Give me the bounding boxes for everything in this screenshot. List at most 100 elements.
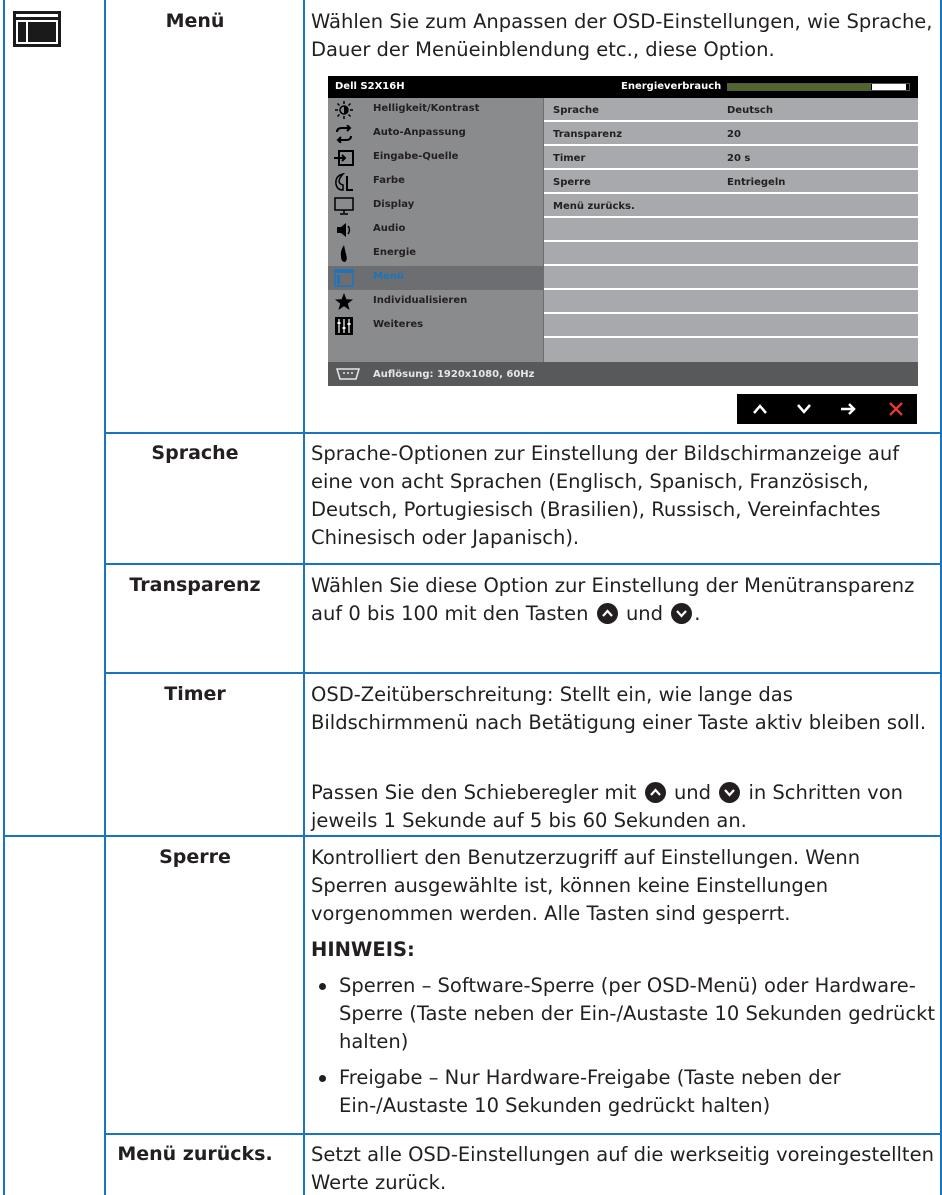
- close-icon[interactable]: [887, 400, 905, 418]
- row-desc-language: Sprache-Optionen zur Einstellung der Bil…: [311, 442, 900, 549]
- up-button-icon: [644, 782, 666, 803]
- osd-item-input-source[interactable]: Eingabe-Quelle: [328, 146, 543, 170]
- osd-energy-fill: [728, 84, 871, 90]
- osd-setting-transparency[interactable]: Transparenz 20: [544, 122, 918, 146]
- auto-adjust-icon: [336, 125, 352, 143]
- row-desc-timer-2: Passen Sie den Schieberegler mit und in …: [311, 779, 936, 835]
- row-label-transparency: Transparenz: [129, 574, 261, 596]
- row-desc-menu-reset: Setzt alle OSD-Einstellungen auf die wer…: [311, 1143, 934, 1194]
- note-list: Sperren – Software-Sperre (per OSD-Menü)…: [311, 972, 936, 1120]
- osd-item-label: Display: [373, 199, 415, 210]
- osd-empty-row: [544, 266, 918, 290]
- vga-connector-icon: [335, 368, 361, 380]
- osd-item-menu[interactable]: Menü: [328, 266, 543, 290]
- row-desc-transparency: Wählen Sie diese Option zur Einstellung …: [311, 572, 936, 628]
- row-divider: [104, 432, 942, 434]
- osd-setting-lock[interactable]: Sperre Entriegeln: [544, 170, 918, 194]
- row-label-lock: Sperre: [159, 846, 231, 868]
- osd-setting-key: Menü zurücks.: [553, 201, 635, 212]
- osd-item-label: Energie: [373, 247, 417, 258]
- note-title: HINWEIS:: [311, 938, 415, 961]
- osd-setting-key: Sprache: [553, 105, 599, 116]
- osd-empty-row: [544, 314, 918, 338]
- osd-setting-key: Timer: [553, 153, 586, 164]
- border-left-outer: [3, 0, 5, 1195]
- row-label-timer: Timer: [164, 683, 226, 705]
- osd-setting-value: Entriegeln: [727, 177, 786, 188]
- up-arrow-icon[interactable]: [751, 400, 769, 418]
- row-divider: [104, 1133, 942, 1135]
- brightness-icon: [335, 101, 353, 119]
- desc-text: .: [694, 602, 701, 625]
- osd-item-brightness[interactable]: Helligkeit/Kontrast: [328, 98, 543, 122]
- color-icon: [335, 173, 353, 191]
- row-desc-lock: Kontrolliert den Benutzerzugriff auf Ein…: [311, 844, 936, 1120]
- down-button-icon: [719, 782, 741, 803]
- energy-icon: [340, 245, 347, 262]
- row-label-menu: Menü: [165, 10, 225, 32]
- border-col2: [303, 0, 305, 1195]
- display-icon: [334, 197, 354, 215]
- osd-item-label: Eingabe-Quelle: [373, 151, 459, 162]
- menu-icon: [334, 269, 354, 287]
- row-divider: [104, 672, 942, 674]
- osd-item-energy[interactable]: Energie: [328, 242, 543, 266]
- osd-item-label: Audio: [373, 223, 406, 234]
- osd-model-name: Dell S2X16H: [335, 81, 405, 92]
- desc-text: Passen Sie den Schieberegler mit: [311, 781, 637, 804]
- osd-setting-key: Transparenz: [553, 129, 623, 140]
- row-desc-menu: Wählen Sie zum Anpassen der OSD-Einstell…: [311, 10, 933, 61]
- osd-empty-row: [544, 242, 918, 266]
- list-item: Sperren – Software-Sperre (per OSD-Menü)…: [311, 972, 936, 1056]
- desc-text: und: [673, 781, 712, 804]
- osd-setting-value: 20: [727, 129, 741, 140]
- osd-menu-list: Helligkeit/Kontrast Auto-Anpassung Einga…: [328, 98, 543, 362]
- osd-setting-menu-reset[interactable]: Menü zurücks.: [544, 194, 918, 218]
- row-divider: [3, 835, 942, 837]
- osd-item-label: Farbe: [373, 175, 405, 186]
- osd-energy-meter: [727, 83, 910, 91]
- osd-item-label: Individualisieren: [373, 295, 468, 306]
- row-divider: [104, 563, 942, 565]
- osd-empty-row: [544, 290, 918, 314]
- others-icon: [335, 317, 353, 335]
- border-col1: [104, 0, 106, 1195]
- audio-icon: [337, 223, 351, 237]
- osd-item-display[interactable]: Display: [328, 194, 543, 218]
- star-icon: [335, 293, 353, 310]
- osd-item-personalize[interactable]: Individualisieren: [328, 290, 543, 314]
- desc-text: und: [625, 602, 664, 625]
- osd-settings-panel: Sprache Deutsch Transparenz 20 Timer 20 …: [544, 98, 918, 362]
- row-label-menu-reset: Menü zurücks.: [117, 1143, 273, 1165]
- right-arrow-icon[interactable]: [839, 400, 857, 418]
- osd-status-bar: Auflösung: 1920x1080, 60Hz: [328, 362, 918, 386]
- osd-item-label: Menü: [373, 271, 404, 282]
- osd-setting-language[interactable]: Sprache Deutsch: [544, 98, 918, 122]
- osd-item-color[interactable]: Farbe: [328, 170, 543, 194]
- row-desc-timer: OSD-Zeitüberschreitung: Stellt ein, wie …: [311, 683, 927, 734]
- menu-icon: [13, 11, 61, 47]
- osd-item-auto-adjust[interactable]: Auto-Anpassung: [328, 122, 543, 146]
- osd-title-bar: Dell S2X16H Energieverbrauch: [328, 76, 918, 98]
- osd-energy-label: Energieverbrauch: [621, 81, 722, 92]
- osd-setting-timer[interactable]: Timer 20 s: [544, 146, 918, 170]
- osd-setting-key: Sperre: [553, 177, 591, 188]
- list-item: Freigabe – Nur Hardware-Freigabe (Taste …: [311, 1064, 936, 1120]
- osd-item-label: Auto-Anpassung: [373, 127, 466, 138]
- osd-energy-marker: [872, 84, 906, 90]
- osd-item-others[interactable]: Weiteres: [328, 314, 543, 338]
- osd-setting-value: 20 s: [727, 153, 751, 164]
- osd-empty-row: [544, 218, 918, 242]
- down-button-icon: [671, 603, 693, 624]
- down-arrow-icon[interactable]: [795, 400, 813, 418]
- osd-item-label: Helligkeit/Kontrast: [373, 103, 480, 114]
- osd-nav-bar: [737, 394, 917, 424]
- row-label-language: Sprache: [151, 442, 239, 464]
- input-source-icon: [334, 150, 354, 166]
- desc-text: Kontrolliert den Benutzerzugriff auf Ein…: [311, 846, 861, 925]
- osd-setting-value: Deutsch: [727, 105, 773, 116]
- osd-menu-screenshot: Dell S2X16H Energieverbrauch Helligkeit/…: [328, 76, 918, 386]
- osd-item-label: Weiteres: [373, 319, 424, 330]
- osd-item-audio[interactable]: Audio: [328, 218, 543, 242]
- up-button-icon: [596, 603, 618, 624]
